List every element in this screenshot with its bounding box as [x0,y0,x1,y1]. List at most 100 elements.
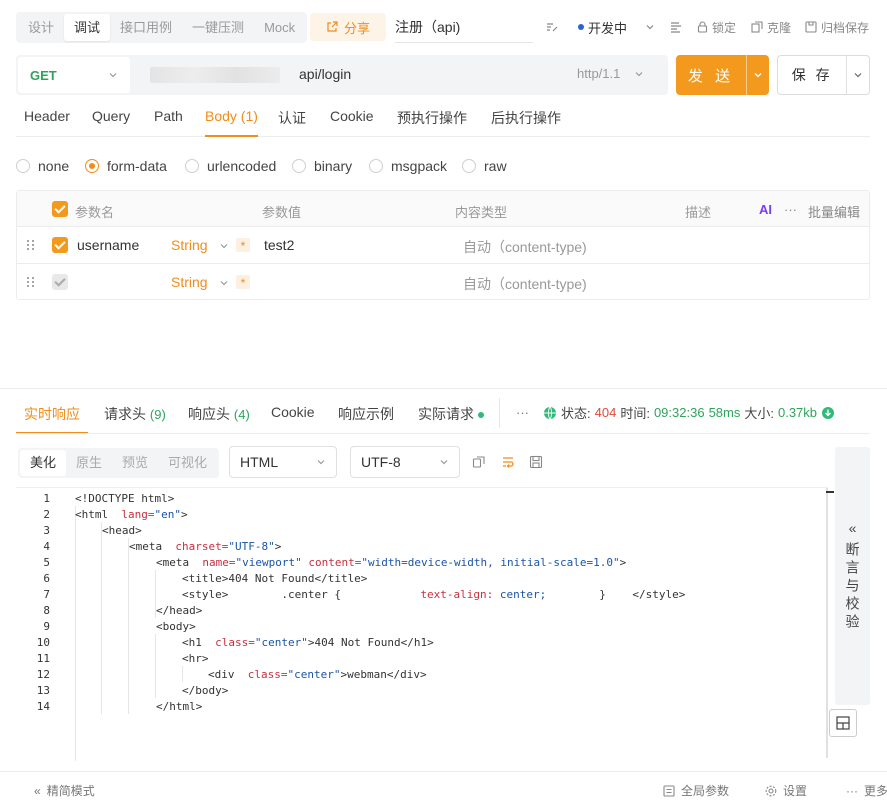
param-type-select[interactable]: String [171,274,208,290]
body-type-binary[interactable]: binary [292,158,352,174]
table-row: String * 自动（content-type) [17,264,869,301]
simple-mode-button[interactable]: « 精简模式 [34,782,95,799]
global-params-button[interactable]: 全局参数 [663,782,729,799]
body-type-none[interactable]: none [16,158,69,174]
footer-bar: « 精简模式 全局参数 设置 ··· 更多 [0,771,887,801]
response-time: 09:32:36 [653,405,705,420]
gear-icon [765,785,777,796]
param-name-cell[interactable]: username [77,237,139,253]
mode-tab-debug[interactable]: 调试 [64,14,111,41]
tab-cookie[interactable]: Cookie [330,108,374,137]
api-name-input[interactable]: 注册（api) [395,12,533,43]
tab-pre-script[interactable]: 预执行操作 [397,108,467,137]
code-line: <div class="center">webman</div> [208,668,427,681]
chevron-down-icon [220,244,228,249]
response-code-editor[interactable]: 1 2 3 4 5 6 7 8 9 10 11 12 13 14 <!DOCTY… [16,487,828,761]
row-enable-checkbox[interactable] [52,237,68,253]
mode-tab-design[interactable]: 设计 [18,14,64,41]
view-tab-preview[interactable]: 预览 [112,450,158,476]
tab-actual-request[interactable]: 实际请求 [418,404,484,434]
lock-button[interactable]: 锁定 [697,18,736,36]
content-type-cell[interactable]: 自动（content-type) [463,237,587,257]
save-button[interactable]: 保 存 [778,56,846,94]
url-path-input[interactable]: api/login [299,66,351,82]
align-tool-button[interactable] [669,18,683,36]
save-response-button[interactable] [529,455,543,472]
view-tab-pretty[interactable]: 美化 [20,450,67,476]
more-options-button[interactable]: ··· [516,405,529,420]
format-tool-button[interactable] [545,18,559,36]
host-redacted [150,67,280,83]
save-options-button[interactable] [846,56,869,94]
body-type-raw[interactable]: raw [462,158,507,174]
settings-button[interactable]: 设置 [765,782,807,799]
save-icon [529,455,543,469]
clone-button[interactable]: 克隆 [751,18,791,36]
content-type-cell[interactable]: 自动（content-type) [463,274,587,294]
mode-tab-cases[interactable]: 接口用例 [110,14,182,41]
chevron-down-icon [646,25,654,30]
body-type-form-data[interactable]: form-data [85,158,167,174]
tab-request-headers[interactable]: 请求头 (9) [104,404,166,434]
tab-body[interactable]: Body (1) [205,108,258,137]
protocol-select[interactable]: http/1.1 [577,66,644,81]
param-value-cell[interactable]: test2 [264,237,294,253]
chevron-down-icon [854,73,862,78]
body-type-msgpack[interactable]: msgpack [369,158,447,174]
download-icon[interactable] [821,406,835,420]
chevron-down-icon [635,71,643,76]
param-table: 参数名 参数值 内容类型 描述 AI ··· 批量编辑 username Str… [16,190,870,300]
param-type-select[interactable]: String [171,237,208,253]
row-enable-checkbox[interactable] [52,274,68,290]
code-scrollbar[interactable] [826,488,828,758]
view-tab-visual[interactable]: 可视化 [158,450,217,476]
status-code: 404 [594,405,617,420]
copy-button[interactable] [472,455,486,472]
required-toggle[interactable]: * [236,238,250,253]
tab-path[interactable]: Path [154,108,183,137]
send-options-button[interactable] [746,55,769,95]
tab-auth[interactable]: 认证 [278,108,306,137]
section-divider [0,388,887,389]
mode-tab-stress[interactable]: 一键压测 [182,14,254,41]
tab-response-headers[interactable]: 响应头 (4) [188,404,250,434]
ai-button[interactable]: AI [759,202,772,217]
dev-status-select[interactable]: 开发中 [578,18,655,36]
drag-handle-icon[interactable] [27,240,37,252]
tab-post-script[interactable]: 后执行操作 [491,108,561,137]
method-label: GET [30,67,57,83]
encoding-select[interactable]: UTF-8 [350,446,460,478]
more-button[interactable]: ··· 更多 [846,782,887,799]
code-line: <hr> [182,652,209,665]
required-toggle[interactable]: * [236,275,250,290]
indent-guide [101,522,102,714]
tab-response-cookie[interactable]: Cookie [271,404,315,434]
view-tab-raw[interactable]: 原生 [66,450,112,476]
code-line: <meta name="viewport" content="width=dev… [156,556,627,569]
assert-panel-toggle[interactable]: « 断言与校验 [835,447,870,705]
drag-handle-icon[interactable] [27,277,37,289]
tab-realtime-response[interactable]: 实时响应 [16,404,88,434]
share-button[interactable]: 分享 [310,13,386,41]
bulk-edit-button[interactable]: 批量编辑 [808,202,860,221]
save-button-group: 保 存 [777,55,870,95]
more-dots-icon: ··· [846,783,858,798]
body-type-urlencoded[interactable]: urlencoded [185,158,276,174]
code-line: <title>404 Not Found</title> [182,572,368,585]
globe-icon [544,406,556,419]
tab-query[interactable]: Query [92,108,130,137]
layout-toggle-button[interactable] [829,709,857,737]
archive-save-button[interactable]: 归档保存 [805,18,869,36]
method-select[interactable]: GET [18,57,130,93]
wrap-lines-button[interactable] [501,455,515,472]
tab-header[interactable]: Header [24,108,70,137]
layout-icon [836,716,850,730]
send-button[interactable]: 发 送 [676,55,746,95]
select-all-checkbox[interactable] [52,201,68,217]
code-line: <meta charset="UTF-8"> [129,540,282,553]
tab-response-example[interactable]: 响应示例 [338,404,394,434]
chevron-down-icon [317,460,325,465]
format-select[interactable]: HTML [229,446,337,478]
more-options-button[interactable]: ··· [784,202,797,217]
mode-tab-mock[interactable]: Mock [254,14,305,41]
